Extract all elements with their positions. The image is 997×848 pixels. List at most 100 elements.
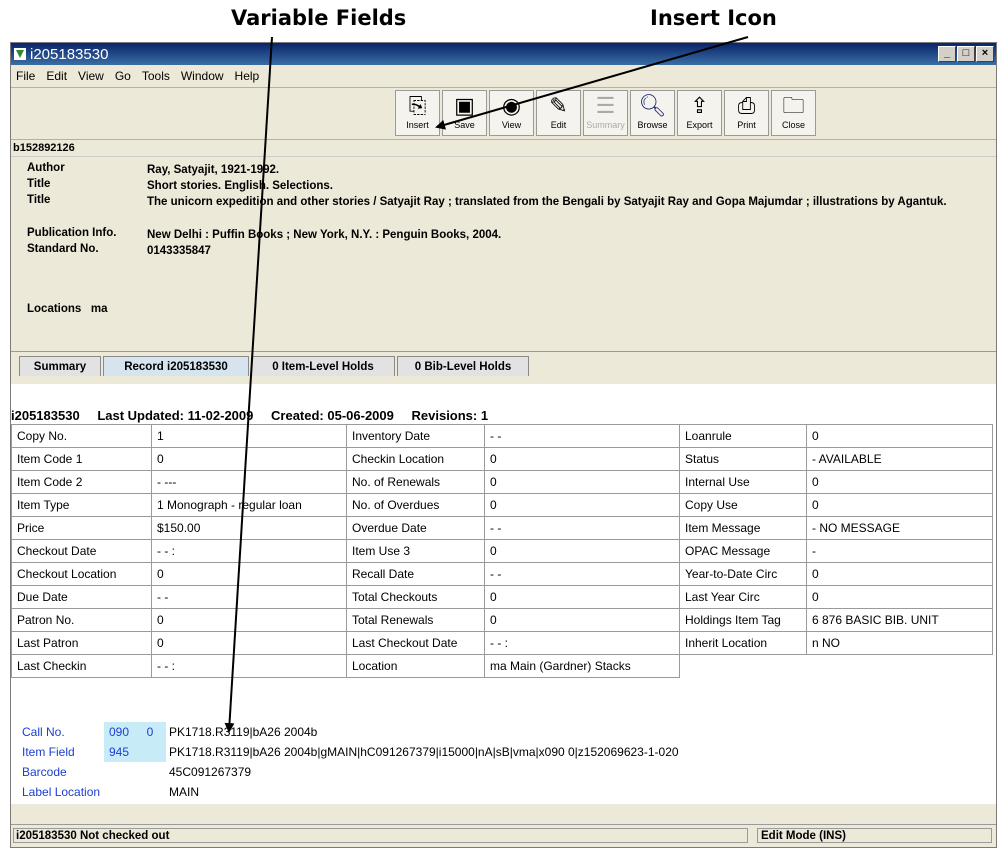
field-label: Item Message bbox=[679, 516, 807, 540]
field-label: OPAC Message bbox=[679, 539, 807, 563]
created-date: Created: 05-06-2009 bbox=[271, 408, 394, 423]
menu-help[interactable]: Help bbox=[235, 69, 260, 83]
variable-field-row[interactable]: Call No. 090 0 PK1718.R3119|bA26 2004b bbox=[11, 722, 996, 742]
variable-field-row[interactable]: Label Location MAIN bbox=[11, 782, 996, 802]
field-label bbox=[680, 655, 807, 678]
field-label: Overdue Date bbox=[346, 516, 485, 540]
tab-summary[interactable]: Summary bbox=[19, 356, 101, 376]
field-value[interactable]: 0 bbox=[484, 470, 680, 494]
field-label: Holdings Item Tag bbox=[679, 608, 807, 632]
table-row: Price $150.00 Overdue Date - - Item Message -… bbox=[11, 516, 993, 540]
minimize-button[interactable]: _ bbox=[938, 46, 956, 62]
field-value[interactable]: 0 bbox=[484, 585, 680, 609]
barcode-value[interactable]: 45C091267379 bbox=[166, 765, 251, 779]
field-value[interactable]: 1 Monograph - regular loan bbox=[151, 493, 347, 517]
field-value[interactable]: 6 876 BASIC BIB. UNIT bbox=[806, 608, 993, 632]
close-window-button[interactable]: × bbox=[976, 46, 994, 62]
menu-tools[interactable]: Tools bbox=[142, 69, 170, 83]
tab-record[interactable]: Record i205183530 bbox=[103, 356, 249, 376]
bib-number: b152892126 bbox=[11, 140, 996, 157]
menu-file[interactable]: File bbox=[16, 69, 35, 83]
export-button[interactable]: ⇪ Export bbox=[677, 90, 722, 136]
field-value[interactable]: 0 bbox=[806, 585, 993, 609]
field-value[interactable]: - - : bbox=[151, 539, 347, 563]
field-label: Checkout Date bbox=[11, 539, 152, 563]
field-value[interactable]: n NO bbox=[806, 631, 993, 655]
field-value[interactable]: 1 bbox=[151, 424, 347, 448]
field-value[interactable]: 0 bbox=[484, 447, 680, 471]
status-mode: Edit Mode (INS) bbox=[757, 828, 992, 843]
item-field-label: Item Field bbox=[22, 745, 75, 759]
field-value[interactable]: 0 bbox=[151, 447, 347, 471]
author-label: Author bbox=[27, 162, 65, 174]
variable-field-row[interactable]: Item Field 945 PK1718.R3119|bA26 2004b|g… bbox=[11, 742, 996, 762]
table-row: Checkout Date - - : Item Use 3 0 OPAC Messag… bbox=[11, 539, 993, 563]
item-field-value[interactable]: PK1718.R3119|bA26 2004b|gMAIN|hC09126737… bbox=[166, 745, 679, 759]
view-button[interactable]: ◉ View bbox=[489, 90, 534, 136]
standard-no-label: Standard No. bbox=[27, 243, 99, 255]
call-no-indicator[interactable]: 0 bbox=[134, 722, 166, 742]
menu-edit[interactable]: Edit bbox=[46, 69, 67, 83]
menu-go[interactable]: Go bbox=[115, 69, 131, 83]
field-value[interactable]: - - : bbox=[484, 631, 680, 655]
call-no-tag[interactable]: 090 bbox=[104, 722, 134, 742]
field-value[interactable]: 0 bbox=[806, 493, 993, 517]
field-value[interactable]: $150.00 bbox=[151, 516, 347, 540]
field-value[interactable]: - --- bbox=[151, 470, 347, 494]
print-button[interactable]: ⎙ Print bbox=[724, 90, 769, 136]
menu-view[interactable]: View bbox=[78, 69, 104, 83]
field-value[interactable]: ma Main (Gardner) Stacks bbox=[484, 654, 680, 678]
field-value[interactable]: - NO MESSAGE bbox=[806, 516, 993, 540]
field-value[interactable]: 0 bbox=[484, 539, 680, 563]
field-value[interactable] bbox=[807, 655, 993, 678]
field-value[interactable]: 0 bbox=[484, 608, 680, 632]
tab-item-level-holds[interactable]: 0 Item-Level Holds bbox=[251, 356, 395, 376]
field-value[interactable]: - bbox=[806, 539, 993, 563]
field-value[interactable]: - - bbox=[151, 585, 347, 609]
field-value[interactable]: 0 bbox=[806, 470, 993, 494]
field-value[interactable]: 0 bbox=[151, 631, 347, 655]
browse-button[interactable]: 🔍︎ Browse bbox=[630, 90, 675, 136]
standard-no-value: 0143335847 bbox=[147, 245, 211, 257]
maximize-button[interactable]: □ bbox=[957, 46, 975, 62]
close-button[interactable]: 🗀︎ Close bbox=[771, 90, 816, 136]
table-row: Copy No. 1 Inventory Date - - Loanrule 0 bbox=[11, 424, 993, 448]
item-field-indicator[interactable] bbox=[134, 742, 166, 762]
field-value[interactable]: - - bbox=[484, 562, 680, 586]
publication-label: Publication Info. bbox=[27, 227, 117, 239]
printer-icon: ⎙ bbox=[737, 93, 756, 118]
tab-bar: Summary Record i205183530 0 Item-Level H… bbox=[11, 351, 996, 384]
tab-bib-level-holds[interactable]: 0 Bib-Level Holds bbox=[397, 356, 529, 376]
field-label: Price bbox=[11, 516, 152, 540]
fixed-fields-table: Copy No. 1 Inventory Date - - Loanrule 0 Item … bbox=[11, 424, 993, 678]
edit-button[interactable]: ✎ Edit bbox=[536, 90, 581, 136]
menu-window[interactable]: Window bbox=[181, 69, 224, 83]
field-label: Inherit Location bbox=[679, 631, 807, 655]
field-value[interactable]: - - bbox=[484, 516, 680, 540]
field-value[interactable]: 0 bbox=[151, 562, 347, 586]
field-label: Last Checkout Date bbox=[346, 631, 485, 655]
publication-value: New Delhi : Puffin Books ; New York, N.Y… bbox=[147, 229, 502, 241]
title-value-2: The unicorn expedition and other stories… bbox=[147, 196, 947, 208]
label-location-value[interactable]: MAIN bbox=[166, 785, 199, 799]
insert-button[interactable]: ⎘ Insert bbox=[395, 90, 440, 136]
field-value[interactable]: - - : bbox=[151, 654, 347, 678]
item-field-tag[interactable]: 945 bbox=[104, 742, 134, 762]
label-location-indicator bbox=[134, 782, 166, 802]
save-button[interactable]: ▣ Save bbox=[442, 90, 487, 136]
field-value[interactable]: 0 bbox=[484, 493, 680, 517]
field-value[interactable]: 0 bbox=[806, 562, 993, 586]
summary-button[interactable]: ☰ Summary bbox=[583, 90, 628, 136]
field-value[interactable]: 0 bbox=[151, 608, 347, 632]
app-icon bbox=[14, 48, 26, 60]
field-value[interactable]: 0 bbox=[806, 424, 993, 448]
field-label: Due Date bbox=[11, 585, 152, 609]
status-bar: i205183530 Not checked out Edit Mode (IN… bbox=[11, 824, 996, 847]
call-no-value[interactable]: PK1718.R3119|bA26 2004b bbox=[166, 725, 317, 739]
field-value[interactable]: - - bbox=[484, 424, 680, 448]
table-row: Item Code 2- --- No. of Renewals 0 Internal… bbox=[11, 470, 993, 494]
title-bar[interactable]: i205183530 _ □ × bbox=[11, 43, 996, 65]
toolbar: ⎘ Insert ▣ Save ◉ View ✎ Edit ☰ Summary … bbox=[11, 88, 996, 140]
field-value[interactable]: - AVAILABLE bbox=[806, 447, 993, 471]
variable-field-row[interactable]: Barcode 45C091267379 bbox=[11, 762, 996, 782]
